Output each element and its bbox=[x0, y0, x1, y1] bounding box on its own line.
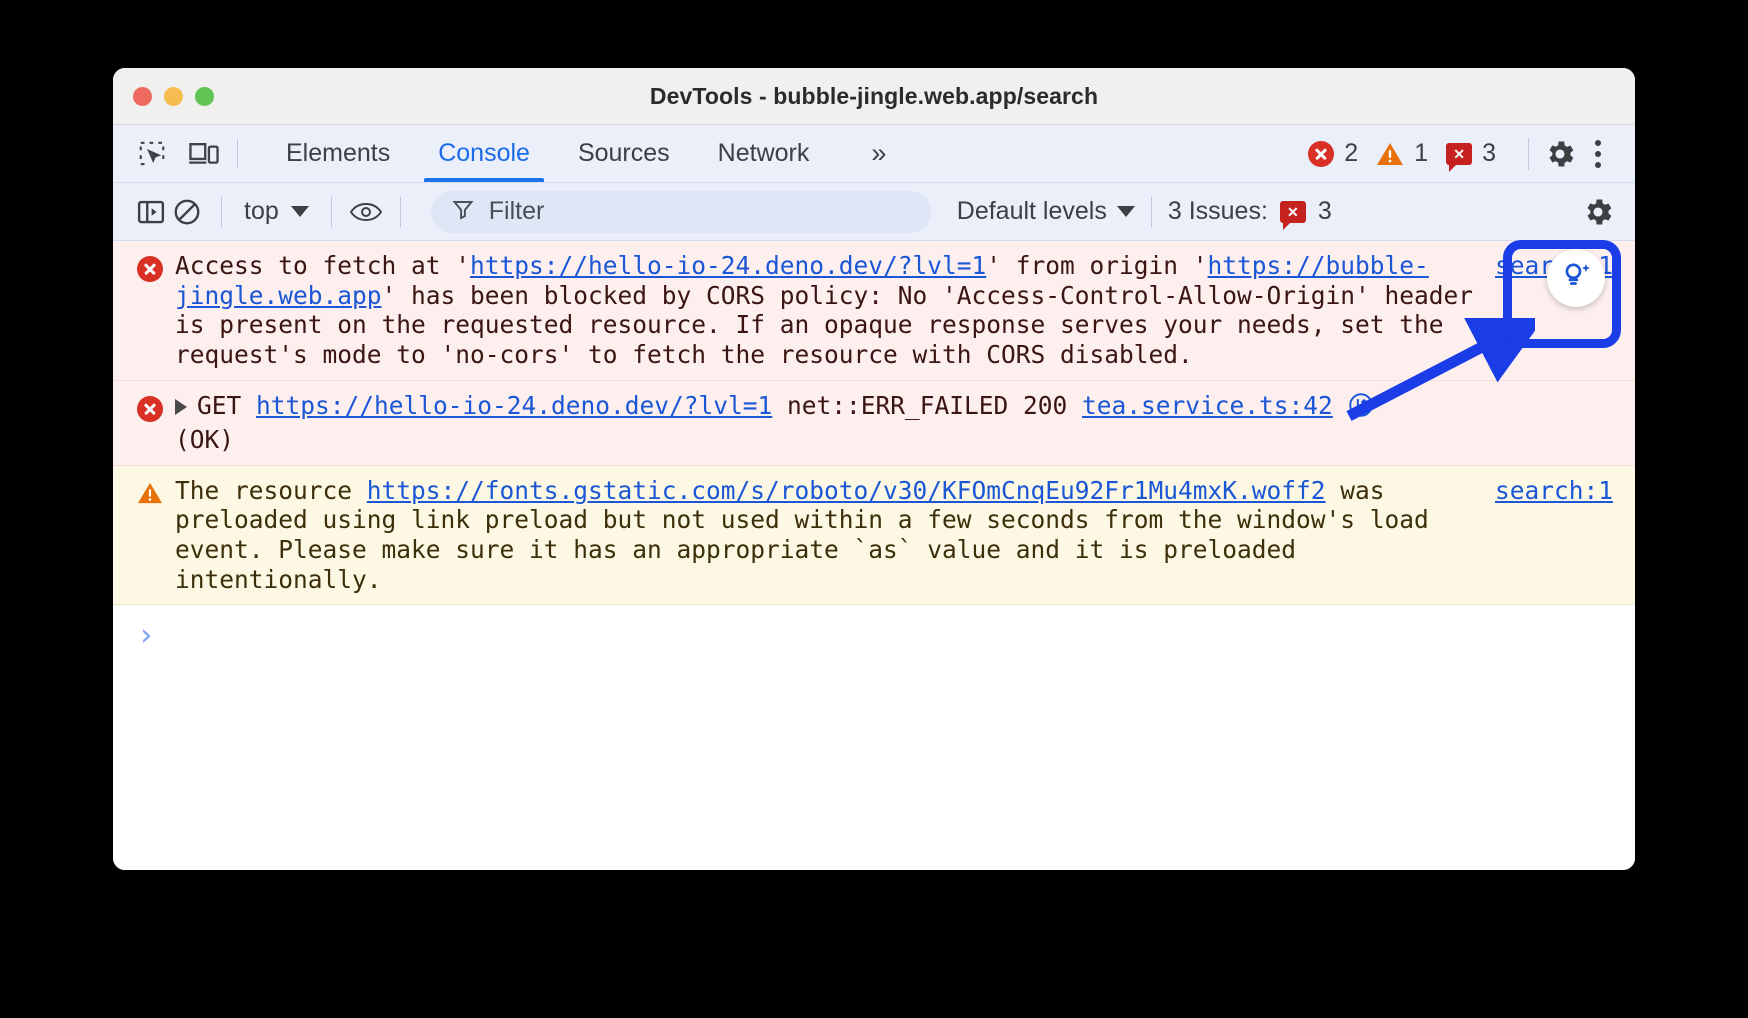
console-prompt-row[interactable]: › bbox=[113, 605, 1635, 667]
tab-console-label: Console bbox=[438, 139, 530, 168]
tab-sources[interactable]: Sources bbox=[554, 125, 694, 182]
msg0-link-0[interactable]: https://hello-io-24.deno.dev/?lvl=1 bbox=[470, 251, 986, 280]
filter-icon bbox=[451, 197, 475, 226]
execution-context-selector[interactable]: top bbox=[238, 197, 315, 226]
filter-input[interactable]: Filter bbox=[489, 197, 545, 226]
error-icon-message bbox=[137, 256, 163, 282]
console-message-text: Access to fetch at 'https://hello-io-24.… bbox=[175, 251, 1477, 370]
screenshot-root: DevTools - bubble-jingle.web.app/search bbox=[0, 0, 1748, 1018]
devtools-tabbar: Elements Console Sources Network » bbox=[113, 125, 1635, 183]
minimize-window-button[interactable] bbox=[164, 87, 183, 106]
ai-insights-button[interactable] bbox=[1547, 249, 1605, 307]
console-settings-gear-icon[interactable] bbox=[1581, 195, 1615, 229]
console-sidebar-icon[interactable] bbox=[133, 194, 169, 230]
msg0-seg0: Access to fetch at ' bbox=[175, 251, 470, 280]
tab-network[interactable]: Network bbox=[694, 125, 834, 182]
issues-toolbar-button[interactable]: 3 Issues: ✕ 3 bbox=[1168, 197, 1332, 226]
prompt-chevron-icon: › bbox=[137, 621, 155, 651]
issues-label: 3 Issues: bbox=[1168, 197, 1268, 226]
error-icon-message-2 bbox=[137, 396, 163, 422]
warning-count: 1 bbox=[1414, 139, 1428, 168]
console-message-source-link-3[interactable]: search:1 bbox=[1495, 476, 1613, 506]
issues-count: 3 bbox=[1482, 139, 1496, 168]
close-window-button[interactable] bbox=[133, 87, 152, 106]
log-levels-label: Default levels bbox=[957, 197, 1107, 226]
tabbar-divider bbox=[237, 139, 238, 169]
msg2-link-0[interactable]: https://fonts.gstatic.com/s/roboto/v30/K… bbox=[367, 476, 1326, 505]
warning-count-group[interactable]: 1 bbox=[1376, 139, 1428, 168]
execution-context-label: top bbox=[244, 197, 279, 226]
msg1-link-0[interactable]: https://hello-io-24.deno.dev/?lvl=1 bbox=[256, 391, 772, 420]
kebab-menu-icon[interactable] bbox=[1577, 140, 1615, 168]
chevron-right-double-icon: » bbox=[857, 138, 897, 169]
more-tabs-button[interactable]: » bbox=[833, 125, 921, 182]
issue-icon-toolbar: ✕ bbox=[1280, 201, 1306, 223]
tab-elements[interactable]: Elements bbox=[262, 125, 414, 182]
console-toolbar-divider-1 bbox=[221, 197, 222, 227]
window-traffic-lights bbox=[133, 87, 214, 106]
msg0-seg2: ' from origin ' bbox=[986, 251, 1207, 280]
msg1-tail: (OK) bbox=[175, 425, 234, 454]
devtools-window: DevTools - bubble-jingle.web.app/search bbox=[113, 68, 1635, 870]
error-count: 2 bbox=[1344, 139, 1358, 168]
lightbulb-sparkle-icon bbox=[1559, 258, 1593, 299]
tab-elements-label: Elements bbox=[286, 139, 390, 168]
issue-icon: ✕ bbox=[1446, 143, 1472, 165]
inspect-element-icon[interactable] bbox=[135, 137, 169, 171]
console-toolbar: top Filter Default level bbox=[113, 183, 1635, 241]
msg2-seg0: The resource bbox=[175, 476, 367, 505]
log-levels-selector[interactable]: Default levels bbox=[957, 197, 1135, 226]
chevron-down-icon bbox=[291, 206, 309, 217]
expand-triangle-icon[interactable] bbox=[175, 399, 187, 415]
msg1-seg2: net::ERR_FAILED 200 bbox=[772, 391, 1082, 420]
msg1-seg0: GET bbox=[197, 391, 256, 420]
tab-console[interactable]: Console bbox=[414, 125, 554, 182]
chevron-down-icon-levels bbox=[1117, 206, 1135, 217]
error-icon bbox=[1308, 141, 1334, 167]
warning-icon-message bbox=[137, 481, 163, 512]
console-toolbar-right bbox=[1581, 195, 1615, 229]
error-count-group[interactable]: 2 bbox=[1308, 139, 1358, 168]
console-toolbar-divider-3 bbox=[400, 197, 401, 227]
filter-input-wrapper[interactable]: Filter bbox=[431, 191, 931, 233]
issues-toolbar-count: 3 bbox=[1318, 197, 1332, 226]
live-expression-eye-icon[interactable] bbox=[348, 194, 384, 230]
console-toolbar-divider-4 bbox=[1151, 197, 1152, 227]
tabbar-left-icons bbox=[113, 137, 221, 171]
tab-sources-label: Sources bbox=[578, 139, 670, 168]
clear-console-icon[interactable] bbox=[169, 194, 205, 230]
console-message-warning-preload[interactable]: The resource https://fonts.gstatic.com/s… bbox=[113, 466, 1635, 606]
window-titlebar: DevTools - bubble-jingle.web.app/search bbox=[113, 68, 1635, 125]
settings-gear-icon[interactable] bbox=[1543, 137, 1577, 171]
devtools-tabs: Elements Console Sources Network » bbox=[262, 125, 921, 182]
window-title: DevTools - bubble-jingle.web.app/search bbox=[113, 83, 1635, 110]
device-toolbar-icon[interactable] bbox=[187, 137, 221, 171]
issues-count-group[interactable]: ✕ 3 bbox=[1446, 139, 1496, 168]
console-toolbar-divider-2 bbox=[331, 197, 332, 227]
console-message-source-link-2[interactable]: tea.service.ts:42 bbox=[1082, 391, 1333, 420]
annotation-arrow bbox=[1335, 318, 1535, 428]
tab-network-label: Network bbox=[718, 139, 810, 168]
tabbar-right-group: 2 1 ✕ 3 bbox=[1308, 137, 1635, 171]
tabbar-right-divider bbox=[1528, 138, 1529, 170]
console-message-text-3: The resource https://fonts.gstatic.com/s… bbox=[175, 476, 1477, 595]
zoom-window-button[interactable] bbox=[195, 87, 214, 106]
warning-icon bbox=[1376, 141, 1404, 167]
